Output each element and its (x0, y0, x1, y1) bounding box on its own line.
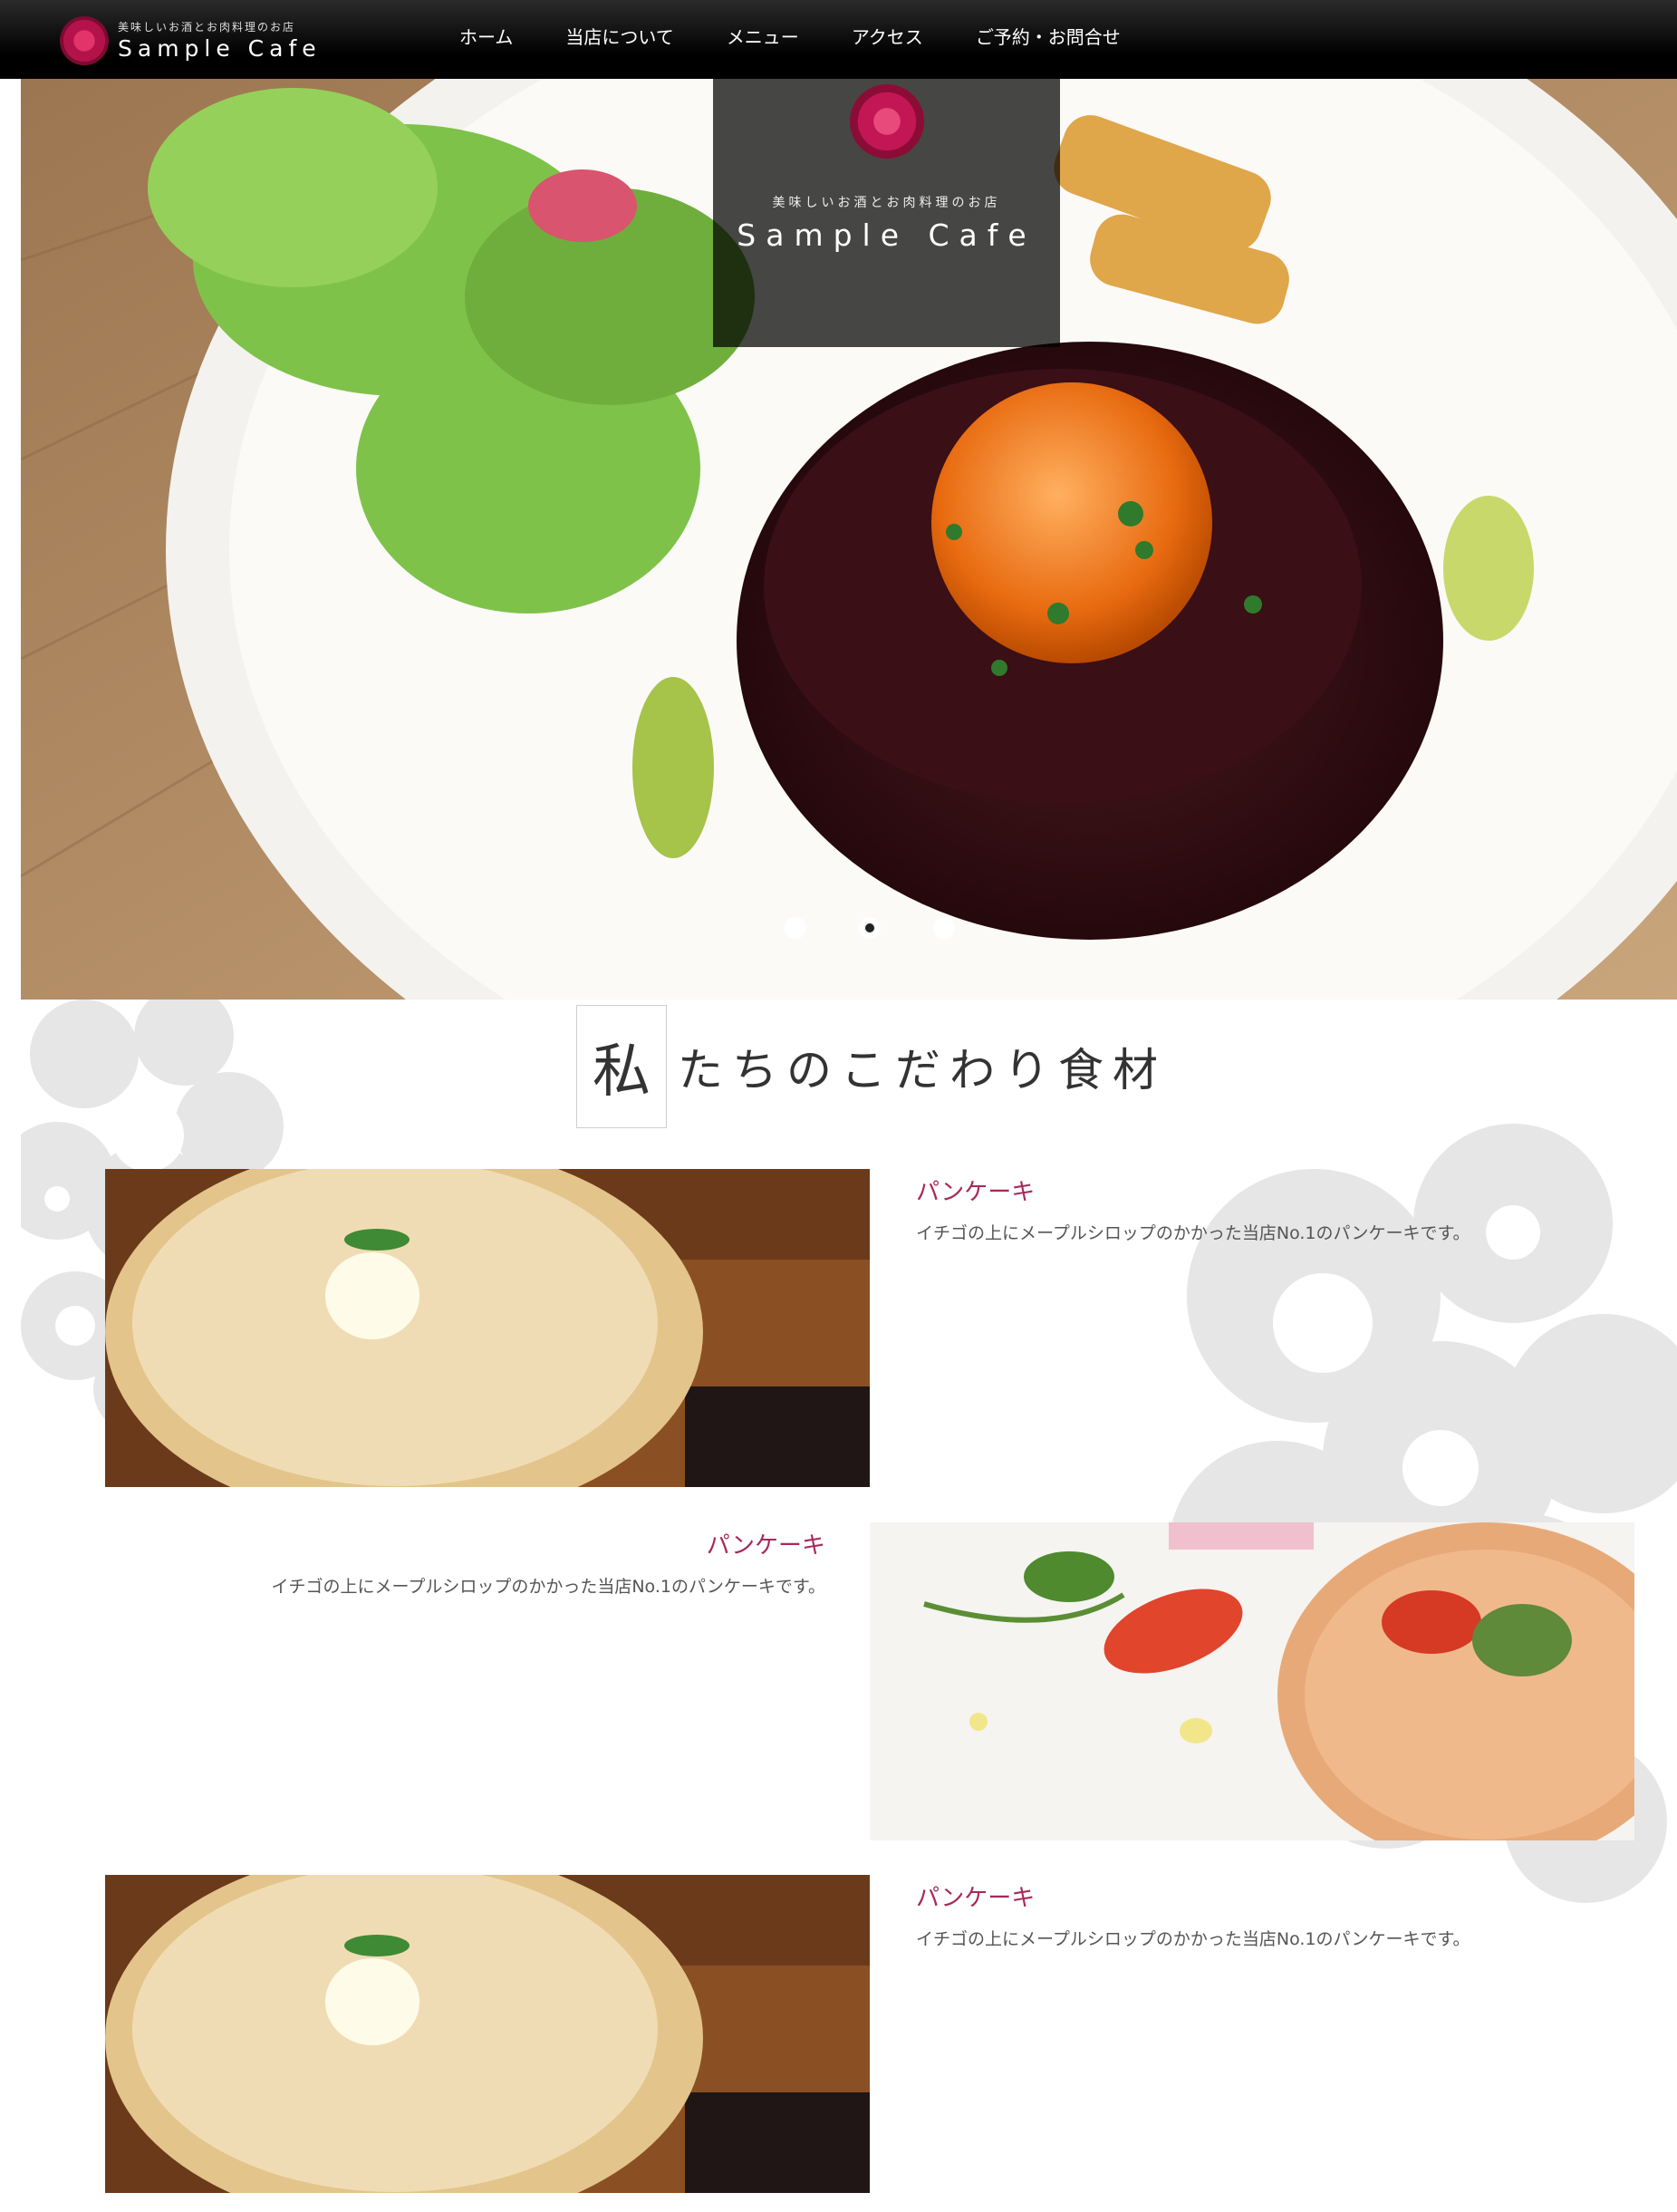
site-logo[interactable]: 美味しいお酒とお肉料理のお店 Sample Cafe (60, 16, 359, 67)
pancake-image (105, 1169, 870, 1487)
logo-name: Sample Cafe (118, 35, 322, 62)
flower-logo-icon (60, 16, 109, 65)
item-description: イチゴの上にメープルシロップのかかった当店No.1のパンケーキです。 (916, 1223, 1470, 1243)
item-text-3: パンケーキ イチゴの上にメープルシロップのかかった当店No.1のパンケーキです。 (916, 1879, 1605, 1950)
section-title-initial: 私 (576, 1005, 667, 1128)
hero-tagline: 美味しいお酒とお肉料理のお店 (772, 196, 1001, 210)
logo-tagline: 美味しいお酒とお肉料理のお店 (118, 21, 296, 34)
nav-reservation[interactable]: ご予約・お問合せ (949, 0, 1147, 79)
slider-pagination (785, 917, 955, 939)
item-title: パンケーキ (916, 1885, 1036, 1912)
item-description: イチゴの上にメープルシロップのかかった当店No.1のパンケーキです。 (916, 1929, 1470, 1949)
slider-dot-2[interactable] (859, 917, 881, 939)
nav-access[interactable]: アクセス (825, 0, 949, 79)
main-nav: ホーム 当店について メニュー アクセス ご予約・お問合せ (433, 0, 1147, 79)
item-description: イチゴの上にメープルシロップのかかった当店No.1のパンケーキです。 (271, 1577, 825, 1597)
item-text-2: パンケーキ イチゴの上にメープルシロップのかかった当店No.1のパンケーキです。 (105, 1527, 825, 1598)
couscous-salad-image (870, 1522, 1634, 1840)
nav-home[interactable]: ホーム (433, 0, 539, 79)
nav-menu[interactable]: メニュー (700, 0, 825, 79)
hero-name: Sample Cafe (737, 217, 1036, 253)
flower-logo-icon (850, 84, 924, 159)
pancake-image (105, 1875, 870, 2193)
item-title: パンケーキ (706, 1532, 825, 1560)
hero-slider: 美味しいお酒とお肉料理のお店 Sample Cafe (21, 79, 1677, 1000)
section-title-text: たちのこだわり食材 (678, 1044, 1167, 1096)
slider-dot-1[interactable] (785, 917, 806, 939)
item-text-1: パンケーキ イチゴの上にメープルシロップのかかった当店No.1のパンケーキです。 (916, 1174, 1605, 1244)
hero-logo-panel: 美味しいお酒とお肉料理のお店 Sample Cafe (713, 79, 1060, 347)
item-title: パンケーキ (916, 1179, 1036, 1206)
site-header: 美味しいお酒とお肉料理のお店 Sample Cafe ホーム 当店について メニ… (0, 0, 1677, 79)
slider-dot-3[interactable] (933, 917, 955, 939)
section-title: 私 たちのこだわり食材 (576, 1003, 1167, 1130)
nav-about[interactable]: 当店について (539, 0, 699, 79)
